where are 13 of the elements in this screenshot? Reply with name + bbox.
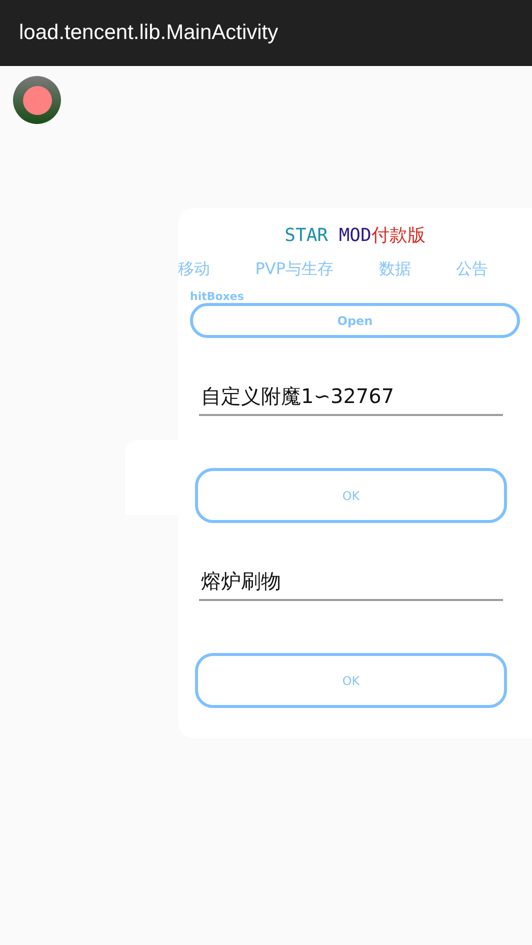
tab[interactable]: 数据 [378,259,411,280]
ok-button[interactable]: OK [195,653,507,708]
input-field[interactable]: 熔炉刷物 [199,565,503,601]
floating-button[interactable] [13,76,61,124]
panel-title: STAR MOD付款版 [284,224,426,247]
option-label: hitBoxes [190,290,244,303]
ok-button[interactable]: OK [195,468,507,523]
tab[interactable]: 公告 [456,259,488,280]
open-button[interactable]: Open [190,303,520,338]
tab[interactable]: PVP与生存 [255,259,334,280]
input-field[interactable]: 自定义附魔1∽32767 [199,380,503,416]
window-title: load.tencent.lib.MainActivity [19,21,278,45]
tab[interactable]: 移动 [178,259,210,280]
